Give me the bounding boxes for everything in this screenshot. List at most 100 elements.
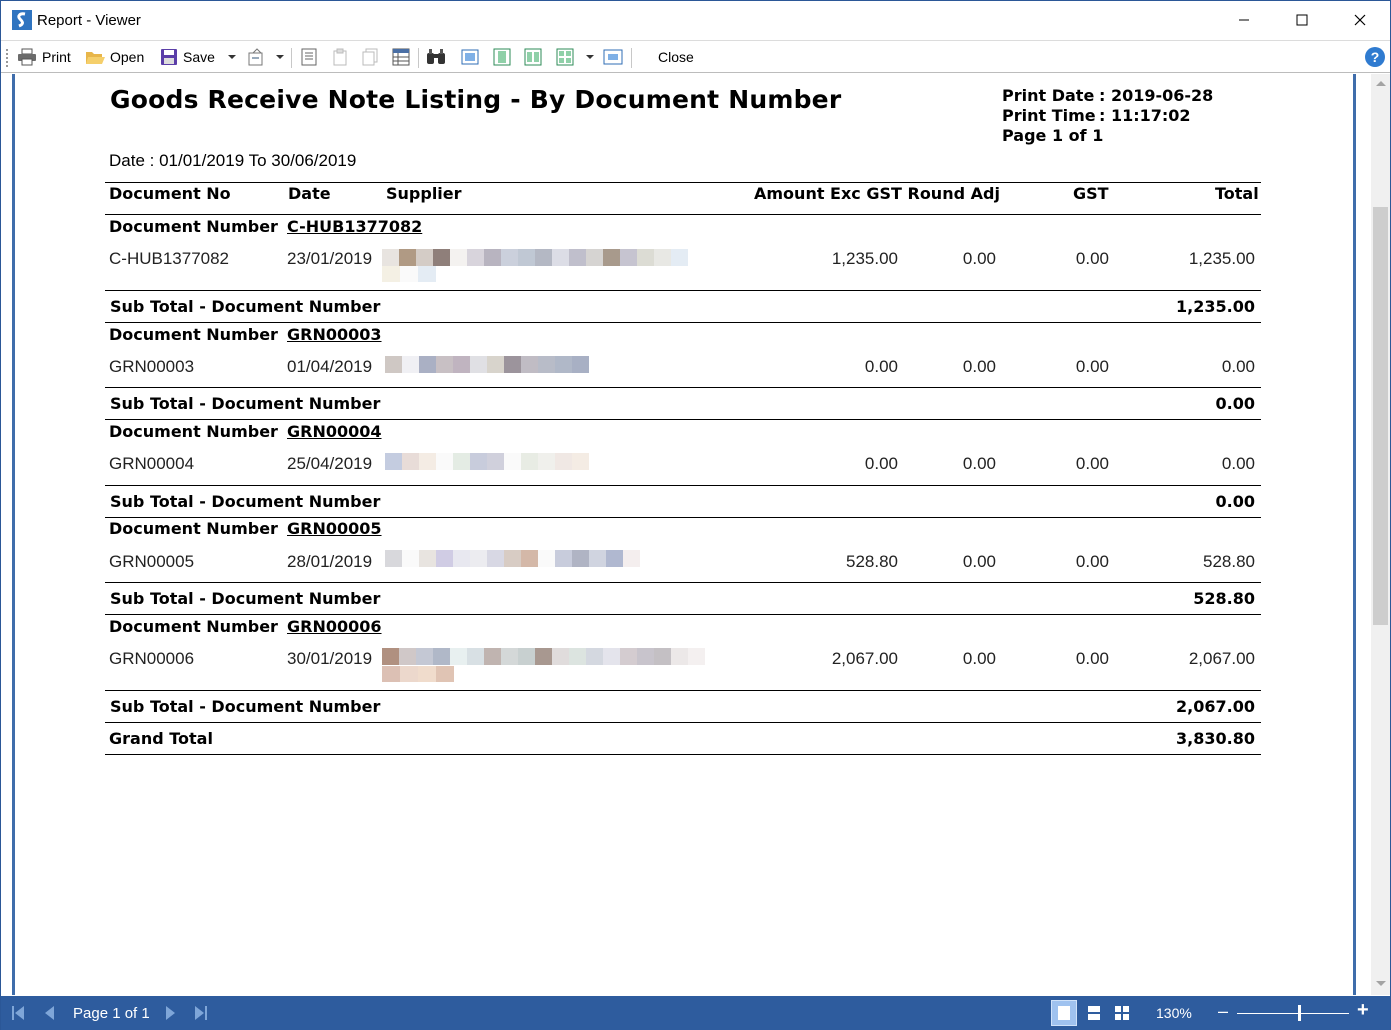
row-doc-no: C-HUB1377082 [109,249,230,268]
scroll-up-arrow-icon[interactable] [1376,81,1386,86]
subtotal-bottom-rule [105,322,1261,323]
toolbar: Print Open Save Close ? [1,40,1390,73]
two-pages-button[interactable] [524,46,542,68]
print-date-value: : 2019-06-28 [1099,86,1214,105]
row-amount: 0.00 [864,357,898,376]
multi-page-view-button[interactable] [1109,1000,1135,1026]
row-round-adj: 0.00 [962,454,996,473]
open-button[interactable]: Open [85,46,144,68]
minimize-button[interactable] [1215,1,1273,39]
redacted-supplier [385,356,589,373]
first-page-icon [12,1006,24,1020]
continuous-view-button[interactable] [1081,1000,1107,1026]
group-value: GRN00003 [287,325,382,344]
zoom-out-button[interactable]: – [1218,1001,1228,1022]
grand-total-rule [105,754,1261,755]
pages-dropdown-arrow-icon[interactable] [586,55,594,59]
send-dropdown-arrow-icon[interactable] [276,55,284,59]
row-round-adj: 0.00 [962,649,996,668]
redacted-supplier [382,648,705,665]
row-doc-no: GRN00004 [109,454,195,473]
zoom-fit-button[interactable] [603,46,623,68]
close-window-button[interactable] [1331,1,1389,39]
floppy-disk-icon [161,49,177,65]
row-round-adj: 0.00 [962,357,996,376]
redacted-supplier [385,453,589,470]
scroll-down-arrow-icon[interactable] [1376,981,1386,986]
toolbar-separator [418,48,419,68]
multiple-pages-button[interactable] [556,46,574,68]
print-time-label: Print Time [1002,106,1096,125]
pages-icon [362,48,378,66]
zoom-in-button[interactable]: + [1357,999,1369,1022]
header-bottom-rule [105,214,1261,215]
parameters-button[interactable] [331,46,349,68]
save-label: Save [183,49,215,65]
row-gst: 0.00 [1075,357,1109,376]
open-label: Open [110,49,145,65]
row-total: 528.80 [1203,552,1255,571]
page-indicator[interactable]: Page 1 of 1 [73,1005,150,1022]
maximize-button[interactable] [1273,1,1331,39]
subtotal-value: 0.00 [1215,394,1255,413]
thumbnails-button[interactable] [361,46,379,68]
row-total: 1,235.00 [1188,249,1255,268]
row-round-adj: 0.00 [962,249,996,268]
bookmarks-button[interactable] [300,46,318,68]
row-date: 25/04/2019 [287,454,373,473]
group-value: GRN00005 [287,519,382,538]
subtotal-bottom-rule [105,722,1261,723]
subtotal-value: 1,235.00 [1176,297,1255,316]
grand-total-value: 3,830.80 [1176,729,1255,748]
subtotal-top-rule [105,387,1261,388]
editor-button[interactable] [392,46,410,68]
grand-total-label: Grand Total [109,729,213,748]
zoom-slider-track[interactable] [1237,1013,1349,1014]
row-amount: 0.00 [864,454,898,473]
subtotal-bottom-rule [105,517,1261,518]
zoom-slider-thumb[interactable] [1298,1005,1301,1021]
subtotal-label: Sub Total - Document Number [110,589,381,608]
subtotal-top-rule [105,485,1261,486]
row-doc-no: GRN00006 [109,649,195,668]
row-gst: 0.00 [1075,649,1109,668]
vertical-scrollbar[interactable] [1371,74,1390,995]
next-page-button[interactable] [166,1006,175,1020]
last-page-button[interactable] [195,1006,207,1020]
subtotal-label: Sub Total - Document Number [110,394,381,413]
full-screen-button[interactable] [461,46,479,68]
zoom-level[interactable]: 130% [1156,1005,1192,1021]
single-page-icon [461,49,479,65]
save-dropdown-arrow-icon[interactable] [228,55,236,59]
close-report-button[interactable]: Close [658,46,694,68]
find-button[interactable] [426,46,446,68]
save-button[interactable]: Save [160,46,215,68]
subtotal-bottom-rule [105,419,1261,420]
help-icon[interactable]: ? [1365,47,1385,67]
first-page-button[interactable] [12,1006,24,1020]
print-button[interactable]: Print [17,46,71,68]
column-header-date: Date [288,184,331,203]
single-page-view-button[interactable] [1051,1000,1077,1026]
subtotal-label: Sub Total - Document Number [110,697,381,716]
subtotal-top-rule [105,290,1261,291]
subtotal-top-rule [105,690,1261,691]
send-button[interactable] [247,46,267,68]
row-gst: 0.00 [1075,552,1109,571]
print-label: Print [42,49,71,65]
page-width-button[interactable] [493,46,511,68]
page-border-right [1353,74,1356,995]
page-info: Page 1 of 1 [1002,126,1104,145]
column-header-doc-no: Document No [109,184,231,203]
row-doc-no: GRN00005 [109,552,195,571]
scrollbar-thumb[interactable] [1373,207,1388,625]
maximize-icon [1296,14,1308,26]
row-date: 01/04/2019 [287,357,373,376]
report-title: Goods Receive Note Listing - By Document… [110,85,842,114]
row-date: 23/01/2019 [287,249,373,268]
app-logo-icon [12,10,32,30]
toolbar-grip[interactable] [6,49,8,67]
group-label: Document Number [109,519,278,538]
previous-page-button[interactable] [45,1006,54,1020]
binoculars-icon [427,49,445,64]
